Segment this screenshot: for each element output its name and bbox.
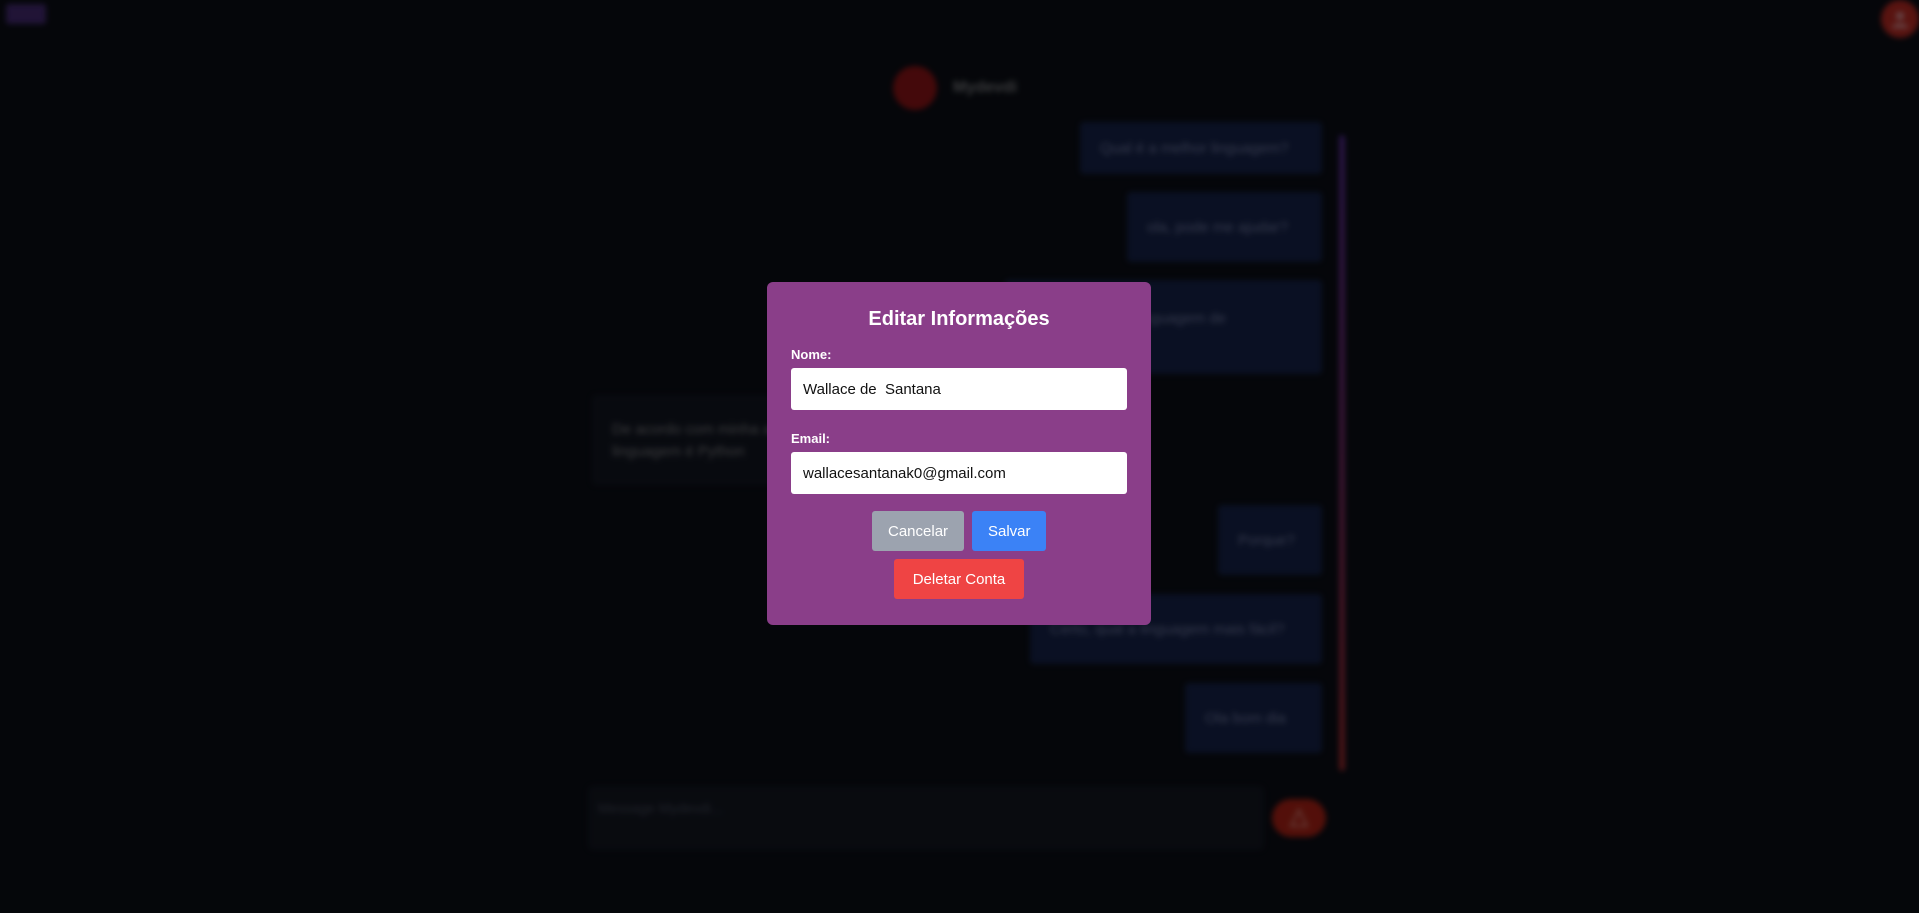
app-root: Mydevdi Qual é a melhor linguagem? ola, … (0, 0, 1919, 913)
name-input[interactable] (791, 368, 1127, 410)
email-input[interactable] (791, 452, 1127, 494)
delete-account-button[interactable]: Deletar Conta (894, 559, 1024, 599)
cancel-button[interactable]: Cancelar (872, 511, 964, 551)
edit-info-modal: Editar Informações Nome: Email: Cancelar… (767, 282, 1151, 625)
email-label: Email: (791, 431, 831, 446)
save-button[interactable]: Salvar (972, 511, 1046, 551)
delete-row: Deletar Conta (791, 559, 1127, 599)
modal-title: Editar Informações (868, 308, 1050, 330)
name-label: Nome: (791, 347, 832, 362)
modal-actions: Cancelar Salvar (791, 511, 1127, 551)
